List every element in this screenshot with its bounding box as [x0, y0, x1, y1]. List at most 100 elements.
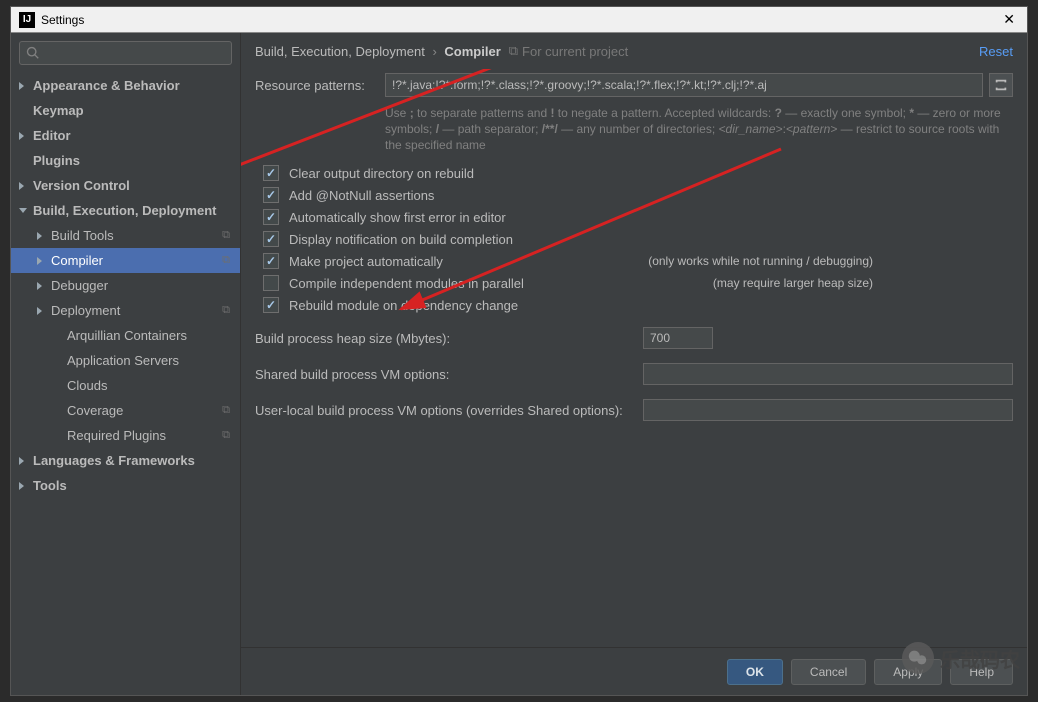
sidebar-item-coverage[interactable]: Coverage ⧉ — [11, 398, 240, 423]
dialog-body: Appearance & Behavior Keymap Editor Plugins… — [11, 33, 1027, 695]
wechat-icon — [902, 642, 934, 674]
sidebar-item-label: Compiler — [51, 253, 103, 268]
sidebar-item-label: Keymap — [33, 103, 84, 118]
sidebar-item-build-execution-deployment[interactable]: Build, Execution, Deployment — [11, 198, 240, 223]
sidebar-item-label: Appearance & Behavior — [33, 78, 180, 93]
checkbox-row: Display notification on build completion — [263, 231, 1013, 247]
sidebar-item-label: Languages & Frameworks — [33, 453, 195, 468]
breadcrumb: Build, Execution, Deployment › Compiler — [255, 44, 501, 59]
chevron-right-icon — [37, 257, 42, 265]
sidebar-item-editor[interactable]: Editor — [11, 123, 240, 148]
titlebar: IJ Settings ✕ — [11, 7, 1027, 33]
resource-patterns-input[interactable] — [385, 73, 983, 97]
sidebar-item-tools[interactable]: Tools — [11, 473, 240, 498]
main-panel: Build, Execution, Deployment › Compiler … — [241, 33, 1027, 695]
sidebar-item-arquillian-containers[interactable]: Arquillian Containers — [11, 323, 240, 348]
sidebar-item-required-plugins[interactable]: Required Plugins ⧉ — [11, 423, 240, 448]
checkbox-note: (only works while not running / debuggin… — [648, 254, 873, 268]
sidebar-item-label: Clouds — [67, 378, 107, 393]
checkbox-label: Automatically show first error in editor — [289, 210, 506, 225]
watermark: 乐哉码农 — [902, 642, 1020, 674]
chevron-right-icon — [19, 132, 24, 140]
checkbox-row: Rebuild module on dependency change — [263, 297, 1013, 313]
checkbox[interactable] — [263, 297, 279, 313]
sidebar-item-plugins[interactable]: Plugins — [11, 148, 240, 173]
checkbox[interactable] — [263, 165, 279, 181]
checkbox-row: Automatically show first error in editor — [263, 209, 1013, 225]
sidebar-item-label: Build Tools — [51, 228, 114, 243]
sidebar-item-label: Required Plugins — [67, 428, 166, 443]
checkbox[interactable] — [263, 187, 279, 203]
resource-patterns-label: Resource patterns: — [255, 78, 385, 93]
window-title: Settings — [41, 13, 999, 27]
close-icon[interactable]: ✕ — [999, 11, 1019, 28]
sidebar-item-label: Arquillian Containers — [67, 328, 187, 343]
sidebar-item-label: Deployment — [51, 303, 120, 318]
project-scope-icon: ⧉ — [222, 304, 230, 317]
chevron-right-icon — [19, 182, 24, 190]
sidebar-item-deployment[interactable]: Deployment ⧉ — [11, 298, 240, 323]
project-scope-icon: ⧉ — [222, 429, 230, 442]
sidebar-item-languages-frameworks[interactable]: Languages & Frameworks — [11, 448, 240, 473]
project-scope-icon: ⧉ — [222, 254, 230, 267]
reset-link[interactable]: Reset — [979, 44, 1013, 59]
sidebar-item-label: Version Control — [33, 178, 130, 193]
shared-vm-label: Shared build process VM options: — [255, 367, 643, 382]
shared-vm-input[interactable] — [643, 363, 1013, 385]
checkbox[interactable] — [263, 253, 279, 269]
sidebar-item-label: Plugins — [33, 153, 80, 168]
sidebar-item-debugger[interactable]: Debugger — [11, 273, 240, 298]
checkbox-row: Clear output directory on rebuild — [263, 165, 1013, 181]
checkbox-row: Compile independent modules in parallel (… — [263, 275, 1013, 291]
checkbox-label: Compile independent modules in parallel — [289, 276, 524, 291]
ok-button[interactable]: OK — [727, 659, 783, 685]
chevron-down-icon — [19, 208, 27, 213]
checkbox-row: Make project automatically (only works wh… — [263, 253, 1013, 269]
checkbox[interactable] — [263, 209, 279, 225]
sidebar-item-appearance-behavior[interactable]: Appearance & Behavior — [11, 73, 240, 98]
help-text: Use ; to separate patterns and ! to nega… — [385, 105, 1013, 153]
checkbox[interactable] — [263, 275, 279, 291]
expand-icon[interactable] — [989, 73, 1013, 97]
heap-size-label: Build process heap size (Mbytes): — [255, 331, 643, 346]
sidebar-item-label: Coverage — [67, 403, 123, 418]
sidebar-item-clouds[interactable]: Clouds — [11, 373, 240, 398]
sidebar-item-label: Build, Execution, Deployment — [33, 203, 216, 218]
sidebar: Appearance & Behavior Keymap Editor Plugins… — [11, 33, 241, 695]
sidebar-item-label: Application Servers — [67, 353, 179, 368]
sidebar-item-compiler[interactable]: Compiler ⧉ — [11, 248, 240, 273]
chevron-right-icon — [19, 482, 24, 490]
sidebar-item-application-servers[interactable]: Application Servers — [11, 348, 240, 373]
copy-icon: ⧉ — [509, 43, 518, 59]
chevron-right-icon — [37, 282, 42, 290]
chevron-right-icon — [19, 82, 24, 90]
checkbox-label: Make project automatically — [289, 254, 443, 269]
checkbox-label: Add @NotNull assertions — [289, 188, 434, 203]
project-scope-icon: ⧉ — [222, 404, 230, 417]
search-input[interactable] — [19, 41, 232, 65]
checkbox-note: (may require larger heap size) — [713, 276, 873, 290]
checkbox-label: Rebuild module on dependency change — [289, 298, 518, 313]
chevron-right-icon — [37, 307, 42, 315]
sidebar-item-label: Editor — [33, 128, 71, 143]
heap-size-input[interactable] — [643, 327, 713, 349]
checkbox-label: Clear output directory on rebuild — [289, 166, 474, 181]
chevron-right-icon — [37, 232, 42, 240]
checkbox[interactable] — [263, 231, 279, 247]
settings-dialog: IJ Settings ✕ Appearance & Behavior Keyma… — [10, 6, 1028, 696]
sidebar-item-version-control[interactable]: Version Control — [11, 173, 240, 198]
sidebar-item-label: Tools — [33, 478, 67, 493]
sidebar-item-build-tools[interactable]: Build Tools⧉ — [11, 223, 240, 248]
app-icon: IJ — [19, 12, 35, 28]
cancel-button[interactable]: Cancel — [791, 659, 866, 685]
sidebar-item-label: Debugger — [51, 278, 108, 293]
user-vm-input[interactable] — [643, 399, 1013, 421]
search-icon — [26, 46, 40, 60]
checkbox-row: Add @NotNull assertions — [263, 187, 1013, 203]
header: Build, Execution, Deployment › Compiler … — [241, 33, 1027, 69]
scope-label: ⧉ For current project — [509, 43, 629, 59]
checkbox-label: Display notification on build completion — [289, 232, 513, 247]
content: Resource patterns: Use ; to separate pat… — [241, 69, 1027, 647]
settings-tree: Appearance & Behavior Keymap Editor Plugins… — [11, 73, 240, 695]
sidebar-item-keymap[interactable]: Keymap — [11, 98, 240, 123]
